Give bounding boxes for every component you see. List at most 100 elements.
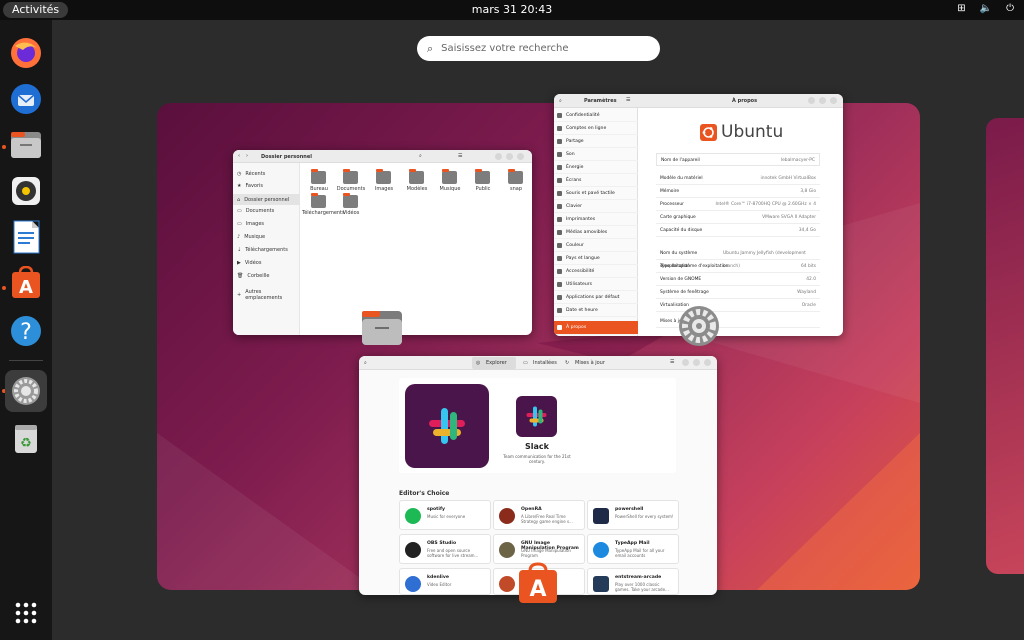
power-icon[interactable]: ⏻ [1006,3,1014,14]
app-card[interactable]: entstream-arcade Play over 1000 classic g… [587,568,679,595]
sidebar-item[interactable]: ⌂ Dossier personnel [233,194,300,205]
about-row[interactable]: Nom de l'appareil lebalmacyer-PC [656,153,820,166]
search-icon[interactable]: ⌕ [559,98,562,104]
folder-icon[interactable] [409,169,424,184]
app-center-window[interactable]: ⌕ ◎ Explorer ▭ Installées ↻ Mises à jour… [359,356,717,595]
settings-item[interactable]: Confidentialité [554,109,638,122]
settings-window[interactable]: ⌕ Paramètres ☰ À propos Confidentialité … [554,94,843,336]
volume-icon[interactable]: 🔈 [980,3,992,14]
sidebar-item[interactable]: 🗑 Corbeille [237,273,269,279]
help-icon[interactable]: ? [5,310,47,352]
sidebar-item[interactable]: + Autres emplacements [237,289,299,301]
tab-explore[interactable]: ◎ Explorer [472,357,516,369]
folder-icon[interactable] [311,193,326,208]
sidebar-item[interactable]: ▭ Images [237,221,264,227]
settings-app-icon[interactable] [678,305,720,347]
settings-item[interactable]: Pays et langue [554,252,638,265]
featured-banner[interactable]: Slack Team communication for the 21st ce… [399,378,676,473]
minimize-button[interactable] [682,359,689,366]
sidebar-item[interactable]: ★ Favoris [237,183,263,189]
app-center-icon[interactable]: A [5,262,47,304]
settings-item[interactable]: Médias amovibles [554,226,638,239]
folder-icon[interactable] [508,169,523,184]
tab-updates[interactable]: ↻ Mises à jour [563,357,607,369]
files-title[interactable]: Dossier personnel [261,154,312,160]
folder-icon[interactable] [343,193,358,208]
app-card[interactable]: OpenRA A Libre/Free Real Time Strategy ga… [493,500,585,530]
settings-item[interactable]: Utilisateurs [554,278,638,291]
close-button[interactable] [704,359,711,366]
app-card[interactable]: kdenlive Video Editor [399,568,491,595]
folder-label: Bureau [310,186,328,192]
maximize-button[interactable] [819,97,826,104]
close-button[interactable] [517,153,524,160]
system-tray[interactable]: ⊞ 🔈 ⏻ [957,3,1014,14]
activities-button[interactable]: Activités [3,2,69,18]
folder-icon[interactable] [475,169,490,184]
settings-item[interactable]: Clavier [554,200,638,213]
sidebar-item[interactable]: ▶ Vidéos [237,260,261,266]
app-card[interactable]: OBS Studio Free and open source software … [399,534,491,564]
minimize-button[interactable] [808,97,815,104]
settings-sidebar-title: Paramètres [584,98,617,104]
thunderbird-icon[interactable] [5,78,47,120]
sidebar-item[interactable]: ♪ Musique [237,234,265,240]
folder-icon[interactable] [343,169,358,184]
app-card[interactable]: spotify Music for everyone [399,500,491,530]
settings-item[interactable]: Accessibilité [554,265,638,278]
search-icon[interactable]: ⌕ [419,153,422,159]
clock[interactable]: mars 31 20:43 [0,3,1024,16]
sidebar-item[interactable]: ⇣ Téléchargements [237,247,288,253]
settings-item[interactable]: Comptes en ligne [554,122,638,135]
maximize-button[interactable] [506,153,513,160]
files-icon[interactable] [5,124,47,166]
settings-item[interactable]: Couleur [554,239,638,252]
folder-icon[interactable] [442,169,457,184]
about-row: Processeur Intel® Core™ i7-8700HQ CPU @ 2… [656,198,820,211]
settings-item[interactable]: Souris et pavé tactile [554,187,638,200]
ubuntu-logo: Ubuntu [700,122,783,142]
menu-icon[interactable]: ☰ [670,359,674,365]
back-icon[interactable]: ‹ [238,153,240,159]
settings-item[interactable]: Applications par défaut [554,291,638,304]
folder-icon[interactable] [311,169,326,184]
forward-icon[interactable]: › [246,153,248,159]
next-workspace-preview[interactable] [986,118,1024,574]
folder-icon[interactable] [376,169,391,184]
rhythmbox-icon[interactable] [5,170,47,212]
app-center-app-icon[interactable]: A [517,562,559,604]
menu-icon[interactable]: ☰ [626,97,630,103]
show-apps-icon[interactable] [5,592,47,634]
app-card[interactable]: TypeApp Mail TypeApp Mail for all your em… [587,534,679,564]
tab-installed[interactable]: ▭ Installées [521,357,559,369]
sidebar-item[interactable]: ▭ Documents [237,208,274,214]
app-card[interactable]: GNU Image Manipulation Program GNU Image … [493,534,585,564]
settings-item[interactable]: Son [554,148,638,161]
minimize-button[interactable] [495,153,502,160]
folder-label: snap [509,186,522,192]
search-input[interactable]: ⌕ Saisissez votre recherche [417,36,660,61]
writer-icon[interactable] [5,216,47,258]
settings-item-active[interactable]: À propos [554,321,638,335]
obs-icon [405,542,421,558]
firefox-icon[interactable] [5,32,47,74]
settings-item[interactable]: Partage [554,135,638,148]
close-button[interactable] [830,97,837,104]
settings-item[interactable]: Date et heure [554,304,638,317]
view-icon[interactable]: ☰ [458,153,462,159]
settings-item[interactable]: Imprimantes [554,213,638,226]
spotify-icon [405,508,421,524]
sidebar-item[interactable]: ◷ Récents [237,171,265,177]
app-card[interactable]: powershell PowerShell for every system! [587,500,679,530]
section-title: Editor's Choice [399,490,450,497]
settings-item[interactable]: Énergie [554,161,638,174]
network-icon[interactable]: ⊞ [957,3,965,14]
settings-item[interactable]: Écrans [554,174,638,187]
settings-icon[interactable] [5,370,47,412]
trash-icon[interactable]: ♻ [5,418,47,460]
folder-label: Musique [439,186,461,192]
explore-icon: ◎ [476,360,481,366]
maximize-button[interactable] [693,359,700,366]
files-app-icon[interactable] [361,308,403,346]
search-icon[interactable]: ⌕ [364,360,367,366]
